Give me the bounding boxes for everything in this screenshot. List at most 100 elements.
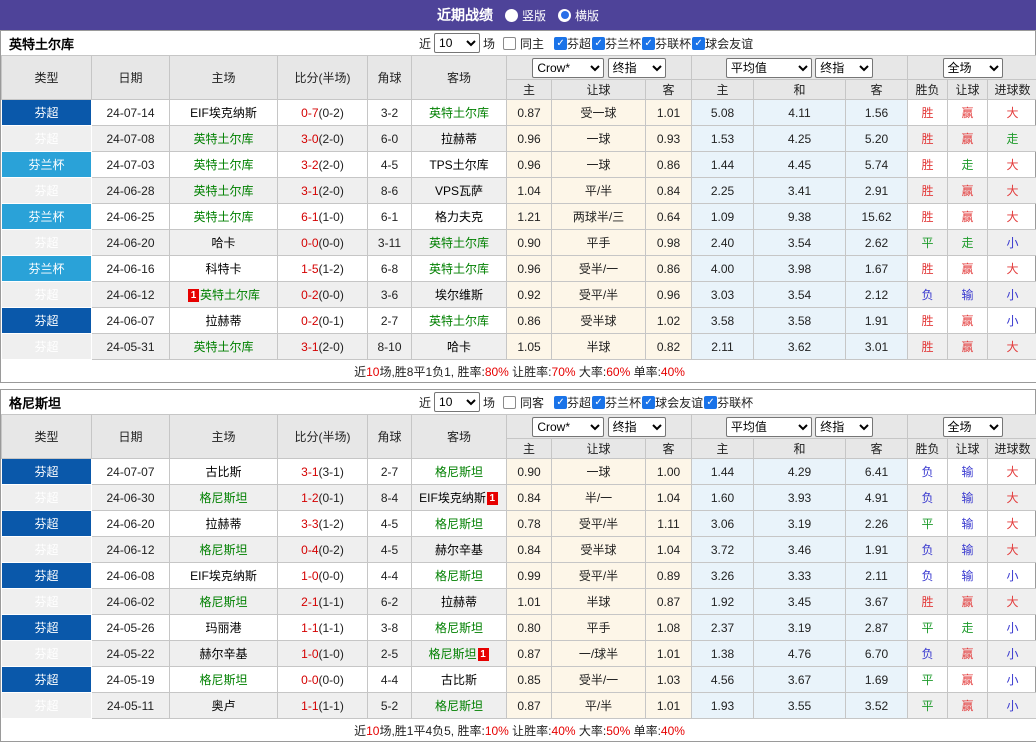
away-team-link[interactable]: TPS土尔库 <box>429 158 488 172</box>
full-match-select[interactable]: 全场 <box>943 58 1003 78</box>
league-filter-checkbox[interactable]: ✓ <box>692 37 705 50</box>
avg-selects-cell: 平均值 终指 <box>692 56 908 80</box>
away-team-link[interactable]: 格尼斯坦 <box>435 465 483 479</box>
home-team-link[interactable]: 格尼斯坦 <box>199 595 247 609</box>
away-team-link[interactable]: 赫尔辛基 <box>435 543 483 557</box>
final-odds-select[interactable]: 终指 <box>608 417 666 437</box>
away-team-link[interactable]: 英特土尔库 <box>429 314 489 328</box>
average-select[interactable]: 平均值 <box>726 417 812 437</box>
away-team-link[interactable]: 埃尔维斯 <box>435 288 483 302</box>
avg-home: 3.06 <box>692 511 754 537</box>
league-filter-checkbox[interactable]: ✓ <box>592 37 605 50</box>
home-team-link[interactable]: 奥卢 <box>211 699 235 713</box>
summary-text: 近10场,胜8平1负1, 胜率:80% 让胜率:70% 大率:60% 单率:40… <box>2 360 1036 383</box>
away-team-link[interactable]: 格尼斯坦 <box>435 699 483 713</box>
home-team-link[interactable]: 拉赫蒂 <box>205 314 241 328</box>
score-cell: 1-1(1-1) <box>278 693 368 719</box>
radio-icon-horizontal[interactable] <box>558 9 571 22</box>
home-team-link[interactable]: 拉赫蒂 <box>205 517 241 531</box>
home-team-link[interactable]: 玛丽港 <box>205 621 241 635</box>
radio-icon-vertical[interactable] <box>505 9 518 22</box>
odds-source-select[interactable]: Crow* <box>532 417 604 437</box>
league-badge: 芬超 <box>2 308 92 334</box>
odds-handicap: 受半/一 <box>552 667 646 693</box>
layout-option-horizontal[interactable]: 横版 <box>558 7 599 24</box>
score-cell: 6-1(1-0) <box>278 204 368 230</box>
result-handicap: 输 <box>948 563 988 589</box>
home-team-link[interactable]: 赫尔辛基 <box>199 647 247 661</box>
home-team-link[interactable]: 英特土尔库 <box>193 210 253 224</box>
home-team-cell: 格尼斯坦 <box>170 667 278 693</box>
league-filter-checkbox[interactable]: ✓ <box>554 37 567 50</box>
away-team-link[interactable]: 古比斯 <box>441 673 477 687</box>
league-filter-checkbox[interactable]: ✓ <box>592 396 605 409</box>
home-team-link[interactable]: 英特土尔库 <box>193 340 253 354</box>
home-team-link[interactable]: EIF埃克纳斯 <box>190 569 257 583</box>
away-team-link[interactable]: 拉赫蒂 <box>441 595 477 609</box>
result-wdl: 平 <box>908 615 948 641</box>
away-team-link[interactable]: 格力夫克 <box>435 210 483 224</box>
home-team-link[interactable]: 格尼斯坦 <box>199 543 247 557</box>
match-date: 24-06-20 <box>92 230 170 256</box>
home-team-link[interactable]: 英特土尔库 <box>193 132 253 146</box>
recent-count-select[interactable]: 10 <box>434 392 480 412</box>
away-team-link[interactable]: 格尼斯坦 <box>435 569 483 583</box>
final-odds-select-2[interactable]: 终指 <box>815 417 873 437</box>
summary-segment: 单率: <box>630 724 661 738</box>
away-team-link[interactable]: VPS瓦萨 <box>435 184 483 198</box>
away-team-link[interactable]: EIF埃克纳斯 <box>419 491 486 505</box>
league-filter-checkbox[interactable]: ✓ <box>704 396 717 409</box>
league-filter-checkbox[interactable]: ✓ <box>642 396 655 409</box>
result-wdl: 胜 <box>908 100 948 126</box>
corner-count: 4-4 <box>368 667 412 693</box>
league-badge: 芬超 <box>2 334 92 360</box>
full-time-score: 0-0 <box>301 673 318 687</box>
league-badge: 芬超 <box>2 641 92 667</box>
final-odds-select[interactable]: 终指 <box>608 58 666 78</box>
final-odds-select-2[interactable]: 终指 <box>815 58 873 78</box>
away-team-link[interactable]: 英特土尔库 <box>429 262 489 276</box>
league-filter-checkbox[interactable]: ✓ <box>642 37 655 50</box>
away-team-link[interactable]: 格尼斯坦 <box>435 621 483 635</box>
summary-segment: 10% <box>485 724 509 738</box>
result-wdl: 负 <box>908 459 948 485</box>
recent-count-select[interactable]: 10 <box>434 33 480 53</box>
match-date: 24-05-26 <box>92 615 170 641</box>
avg-away: 1.69 <box>846 667 908 693</box>
away-team-cell: 格尼斯坦 <box>412 511 507 537</box>
away-team-link[interactable]: 英特土尔库 <box>429 236 489 250</box>
half-time-score: (1-0) <box>319 647 344 661</box>
avg-home: 1.92 <box>692 589 754 615</box>
home-team-link[interactable]: 科特卡 <box>205 262 241 276</box>
away-team-link[interactable]: 英特土尔库 <box>429 106 489 120</box>
home-team-link[interactable]: 英特土尔库 <box>193 184 253 198</box>
full-match-select[interactable]: 全场 <box>943 417 1003 437</box>
corner-count: 6-0 <box>368 126 412 152</box>
layout-option-vertical[interactable]: 竖版 <box>505 7 546 24</box>
home-team-link[interactable]: 格尼斯坦 <box>199 673 247 687</box>
home-team-cell: 哈卡 <box>170 230 278 256</box>
odds-source-select[interactable]: Crow* <box>532 58 604 78</box>
league-filter-checkbox[interactable]: ✓ <box>554 396 567 409</box>
away-team-link[interactable]: 格尼斯坦 <box>435 517 483 531</box>
home-team-link[interactable]: 格尼斯坦 <box>199 491 247 505</box>
col-header-score: 比分(半场) <box>278 415 368 459</box>
full-time-score: 0-2 <box>301 314 318 328</box>
score-cell: 0-2(0-1) <box>278 308 368 334</box>
same-venue-checkbox[interactable] <box>503 37 516 50</box>
away-team-link[interactable]: 格尼斯坦 <box>428 647 476 661</box>
home-team-link[interactable]: 英特土尔库 <box>193 158 253 172</box>
away-team-link[interactable]: 拉赫蒂 <box>441 132 477 146</box>
same-venue-checkbox[interactable] <box>503 396 516 409</box>
average-select[interactable]: 平均值 <box>726 58 812 78</box>
home-team-link[interactable]: 英特土尔库 <box>200 288 260 302</box>
away-team-link[interactable]: 哈卡 <box>447 340 471 354</box>
home-team-link[interactable]: EIF埃克纳斯 <box>190 106 257 120</box>
odds-handicap: 平/半 <box>552 178 646 204</box>
avg-away: 3.52 <box>846 693 908 719</box>
home-team-link[interactable]: 古比斯 <box>205 465 241 479</box>
avg-away: 2.26 <box>846 511 908 537</box>
home-team-cell: 1英特土尔库 <box>170 282 278 308</box>
away-team-cell: EIF埃克纳斯1 <box>412 485 507 511</box>
home-team-link[interactable]: 哈卡 <box>211 236 235 250</box>
